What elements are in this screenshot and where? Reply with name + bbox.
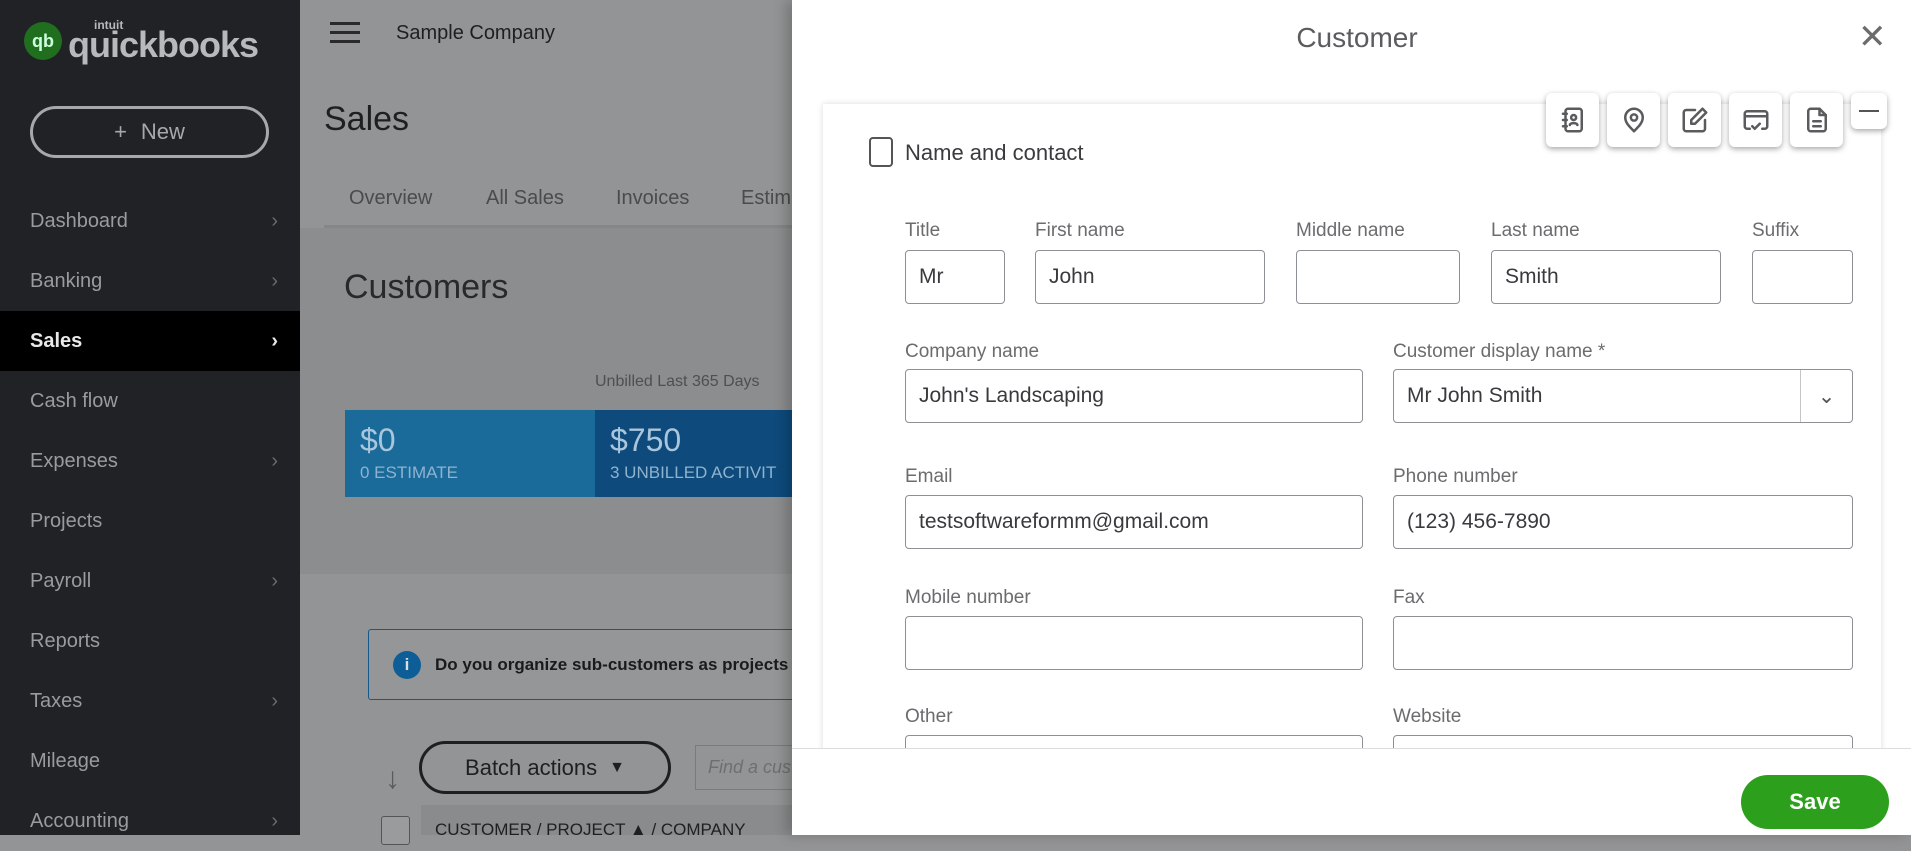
sidebar-item-dashboard[interactable]: Dashboard › [0,191,300,251]
display-input[interactable]: Mr John Smith ⌄ [1393,369,1853,423]
company-label: Company name [905,341,1040,362]
suffix-input[interactable] [1752,250,1853,304]
hamburger-menu-icon[interactable] [330,22,360,49]
sidebar-item-taxes[interactable]: Taxes › [0,671,300,731]
table-header[interactable]: CUSTOMER / PROJECT ▲ / COMPANY [421,805,801,839]
section-title: Name and contact [905,140,1084,165]
edit-note-button[interactable] [1668,93,1721,147]
tab-all-sales[interactable]: All Sales [486,187,564,210]
sidebar-item-payroll[interactable]: Payroll › [0,551,300,611]
quickbooks-logo[interactable]: qb quickbooks intuit [24,18,259,65]
unbilled-label: Unbilled Last 365 Days [595,373,760,390]
panel-title: Customer [1296,22,1418,53]
sidebar-item-accounting[interactable]: Accounting › [0,791,300,851]
sidebar-item-label: Banking [30,269,103,292]
company-input[interactable]: John's Landscaping [905,369,1363,423]
suffix-label: Suffix [1752,220,1800,241]
title-label: Title [905,220,941,241]
chevron-right-icon: › [271,329,278,352]
phone-label: Phone number [1393,466,1518,487]
chevron-right-icon: › [271,269,278,292]
minimize-button[interactable] [1851,93,1887,129]
sidebar-item-label: Taxes [30,689,83,712]
tab-estimates[interactable]: Estim [741,187,791,210]
other-label: Other [905,706,953,727]
phone-input[interactable]: (123) 456-7890 [1393,495,1853,549]
chevron-right-icon: › [271,449,278,472]
mobile-input[interactable] [905,616,1363,670]
mobile-label: Mobile number [905,587,1031,608]
new-button[interactable]: + New [30,106,269,158]
middle-label: Middle name [1296,220,1405,241]
save-button[interactable]: Save [1741,775,1889,829]
page-title: Sales [324,100,410,138]
sidebar-item-label: Sales [30,329,83,352]
chevron-right-icon: › [271,209,278,232]
tab-overview[interactable]: Overview [349,187,432,210]
info-text: Do you organize sub-customers as project… [435,654,789,674]
payment-card-button[interactable] [1729,93,1782,147]
location-pin-button[interactable] [1607,93,1660,147]
new-label: New [140,119,185,144]
sidebar-item-label: Accounting [30,809,129,832]
location-pin-icon [1623,107,1644,133]
sidebar-item-label: Payroll [30,569,92,592]
contact-book-button[interactable] [1546,93,1599,147]
batch-actions-button[interactable]: Batch actions ▼ [419,741,671,794]
minimize-icon [1859,110,1879,112]
unbilled-tile[interactable]: $750 3 UNBILLED ACTIVITY [595,410,792,497]
last-input[interactable]: Smith [1491,250,1721,304]
sidebar-item-label: Reports [30,629,101,652]
company-name: Sample Company [396,22,555,44]
sidebar-item-expenses[interactable]: Expenses › [0,431,300,491]
sidebar-item-mileage[interactable]: Mileage [0,731,300,791]
document-button[interactable] [1790,93,1843,147]
select-all-checkbox[interactable] [381,816,410,845]
email-input[interactable]: testsoftwareformm@gmail.com [905,495,1363,549]
sidebar-item-reports[interactable]: Reports [0,611,300,671]
sort-arrow-icon[interactable]: ↓ [385,762,400,796]
middle-input[interactable] [1296,250,1460,304]
sidebar-item-label: Projects [30,509,103,532]
contact-book-icon [869,137,893,167]
estimate-tile[interactable]: $0 0 ESTIMATE [345,410,595,497]
caret-down-icon: ▼ [609,758,625,776]
sidebar-item-cash-flow[interactable]: Cash flow [0,371,300,431]
contact-book-icon [1561,107,1583,133]
fax-label: Fax [1393,587,1425,608]
chevron-right-icon: › [271,689,278,712]
document-icon [1806,107,1827,133]
info-banner: i Do you organize sub-customers as projec… [368,629,808,700]
sidebar-item-label: Cash flow [30,389,118,412]
sidebar-item-projects[interactable]: Projects [0,491,300,551]
close-icon[interactable]: ✕ [1858,20,1887,54]
first-input[interactable]: John [1035,250,1265,304]
sidebar-item-label: Mileage [30,749,101,772]
chevron-right-icon: › [271,809,278,832]
logo-intuit: intuit [94,18,124,32]
sidebar-item-label: Dashboard [30,209,128,232]
customer-panel: Customer ✕ Name and contact Title Mr First… [792,0,1911,835]
chevron-down-icon[interactable]: ⌄ [1800,370,1852,422]
info-icon: i [393,650,421,679]
website-label: Website [1393,706,1462,727]
sidebar-item-banking[interactable]: Banking › [0,251,300,311]
title-input[interactable]: Mr [905,250,1005,304]
last-label: Last name [1491,220,1580,241]
chevron-right-icon: › [271,569,278,592]
payment-card-icon [1743,110,1768,130]
sidebar-item-label: Expenses [30,449,118,472]
display-label: Customer display name * [1393,341,1606,362]
section-title: Customers [344,268,509,306]
sidebar: qb quickbooks intuit + New Dashboard › Bank… [0,0,300,835]
plus-icon: + [114,119,127,144]
fax-input[interactable] [1393,616,1853,670]
first-label: First name [1035,220,1125,241]
tab-invoices[interactable]: Invoices [616,187,689,210]
edit-note-icon [1682,107,1707,133]
email-label: Email [905,466,953,487]
qb-logo-icon: qb [24,22,62,60]
sidebar-item-sales[interactable]: Sales › [0,311,300,371]
